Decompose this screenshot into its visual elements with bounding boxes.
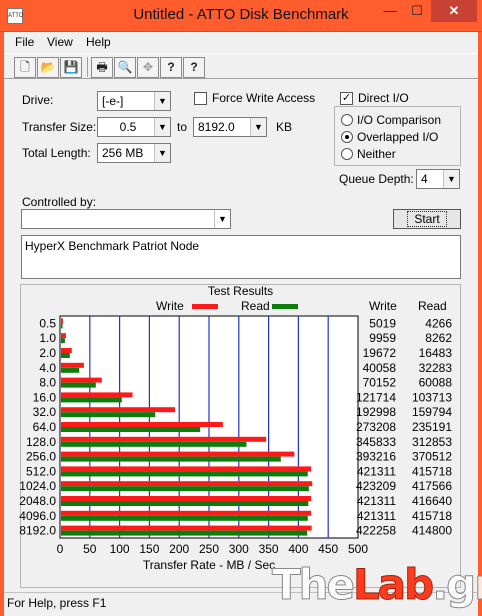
x-tick-label: 200 xyxy=(169,542,189,556)
x-tick-label: 150 xyxy=(139,542,159,556)
x-tick-label: 500 xyxy=(348,542,368,556)
write-value: 345833 xyxy=(356,435,396,449)
write-bar xyxy=(61,525,312,531)
write-value: 40058 xyxy=(363,361,397,375)
read-bar xyxy=(61,501,309,506)
write-bar xyxy=(61,348,72,353)
write-value: 192998 xyxy=(356,405,396,419)
category-label: 2048.0 xyxy=(19,494,56,508)
x-tick-label: 350 xyxy=(259,542,279,556)
x-tick-label: 400 xyxy=(288,542,308,556)
category-label: 32.0 xyxy=(33,405,57,419)
read-bar xyxy=(61,397,122,403)
read-bar xyxy=(61,382,96,388)
x-tick-label: 450 xyxy=(318,542,338,556)
write-value: 421311 xyxy=(357,509,396,523)
write-bar xyxy=(61,377,102,383)
category-label: 4096.0 xyxy=(19,509,56,523)
write-value: 421311 xyxy=(357,464,396,478)
read-value: 416640 xyxy=(412,494,452,508)
write-value: 70152 xyxy=(363,376,397,390)
x-axis-label: Transfer Rate - MB / Sec xyxy=(143,558,275,572)
read-value: 235191 xyxy=(412,420,452,434)
read-bar xyxy=(61,486,309,492)
category-label: 16.0 xyxy=(33,390,57,404)
read-value: 312853 xyxy=(412,435,452,449)
read-bar xyxy=(61,367,80,373)
x-tick-label: 0 xyxy=(57,542,64,556)
read-bar xyxy=(61,456,281,462)
category-label: 2.0 xyxy=(39,346,56,360)
write-bar xyxy=(61,496,312,501)
watermark-logo: TheLab.gr xyxy=(271,560,482,610)
x-tick-label: 100 xyxy=(110,542,130,556)
write-value: 273208 xyxy=(356,420,396,434)
read-value: 60088 xyxy=(419,376,453,390)
category-label: 8192.0 xyxy=(19,524,56,538)
write-value: 9959 xyxy=(369,331,396,345)
x-tick-label: 300 xyxy=(229,542,249,556)
category-label: 64.0 xyxy=(33,420,57,434)
category-label: 512.0 xyxy=(26,464,56,478)
watermark-gr: .gr xyxy=(432,560,482,610)
category-label: 1024.0 xyxy=(19,479,56,493)
write-value: 19672 xyxy=(363,346,397,360)
read-bar xyxy=(61,441,247,447)
category-label: 256.0 xyxy=(26,450,56,464)
category-label: 1.0 xyxy=(39,331,56,345)
read-bar xyxy=(61,427,201,432)
read-value: 159794 xyxy=(412,405,452,419)
read-bar xyxy=(61,412,156,418)
write-bar xyxy=(61,392,133,398)
write-bar xyxy=(61,333,66,339)
read-value: 4266 xyxy=(425,316,452,330)
x-tick-label: 250 xyxy=(199,542,219,556)
read-value: 415718 xyxy=(412,509,452,523)
read-bar xyxy=(61,353,70,358)
category-label: 4.0 xyxy=(39,361,56,375)
write-value: 393216 xyxy=(356,450,396,464)
x-tick-label: 50 xyxy=(83,542,97,556)
write-bar xyxy=(61,510,312,516)
write-value: 121714 xyxy=(356,390,396,404)
read-value: 414800 xyxy=(412,524,452,538)
read-bar xyxy=(61,530,308,536)
read-bar xyxy=(61,471,308,477)
read-value: 415718 xyxy=(412,464,452,478)
category-label: 8.0 xyxy=(39,376,56,390)
transfer-rate-chart: 0 50 100 150 200 250 300 350 400 450 500 Transfer R… xyxy=(19,315,453,572)
watermark-lab: Lab xyxy=(353,560,435,610)
write-bar xyxy=(61,436,267,442)
read-bar xyxy=(61,323,63,329)
status-text: For Help, press F1 xyxy=(7,596,107,610)
read-bar xyxy=(61,515,308,521)
write-bar xyxy=(61,407,176,413)
read-value: 370512 xyxy=(412,450,452,464)
read-value: 103713 xyxy=(412,390,452,404)
write-value: 423209 xyxy=(356,479,396,493)
write-value: 421311 xyxy=(357,494,396,508)
write-bar xyxy=(61,318,63,324)
read-bar xyxy=(61,338,65,344)
write-bar xyxy=(61,481,313,487)
read-value: 16483 xyxy=(419,346,453,360)
read-value: 417566 xyxy=(412,479,452,493)
read-value: 8262 xyxy=(425,331,452,345)
read-value: 32283 xyxy=(419,361,453,375)
write-bar xyxy=(61,451,295,457)
write-value: 5019 xyxy=(369,316,396,330)
category-label: 0.5 xyxy=(39,316,56,330)
category-label: 128.0 xyxy=(26,435,56,449)
write-bar xyxy=(61,362,84,368)
watermark-the: The xyxy=(271,560,355,610)
write-bar xyxy=(61,422,223,427)
write-bar xyxy=(61,466,312,472)
write-value: 422258 xyxy=(356,524,396,538)
